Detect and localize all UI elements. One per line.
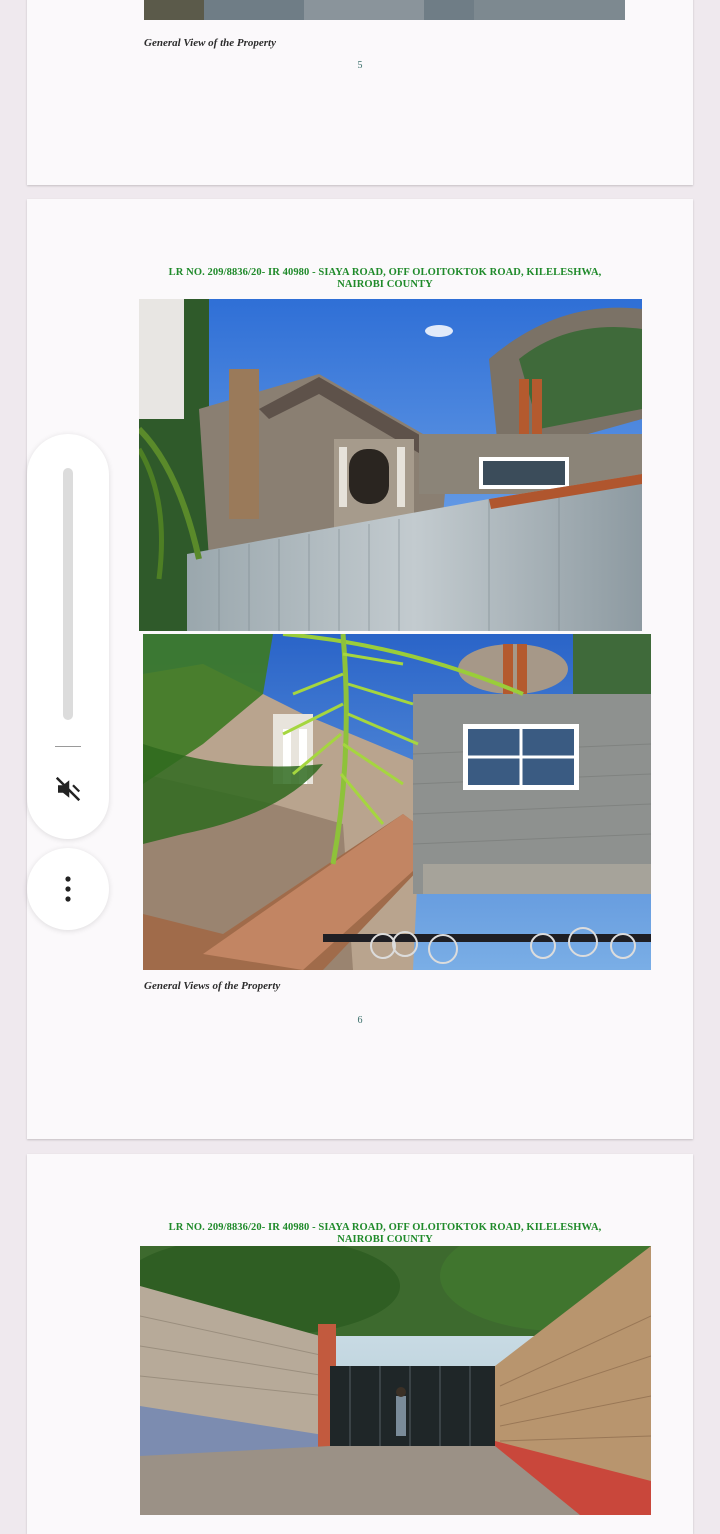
property-photo-side-elevation [143,634,651,970]
header-line-2: NAIROBI COUNTY [337,279,433,290]
page-header: LR NO. 209/8836/20- IR 40980 - SIAYA ROA… [145,1222,625,1246]
volume-panel[interactable] [27,434,109,839]
property-photo-front-elevation [139,299,642,631]
document-page-6: LR NO. 209/8836/20- IR 40980 - SIAYA ROA… [27,199,693,1139]
page-number: 5 [357,60,363,71]
volume-off-icon [55,776,81,802]
more-vert-icon [65,876,71,902]
page-number: 6 [357,1015,363,1026]
photo-caption: General Views of the Property [144,980,281,992]
mute-toggle-button[interactable] [49,770,87,808]
page-header: LR NO. 209/8836/20- IR 40980 - SIAYA ROA… [145,267,625,291]
volume-options-button[interactable] [27,848,109,930]
photo-caption: General View of the Property [144,37,276,49]
header-line-1: LR NO. 209/8836/20- IR 40980 - SIAYA ROA… [168,267,602,278]
property-photo-building [144,0,625,20]
header-line-1: LR NO. 209/8836/20- IR 40980 - SIAYA ROA… [168,1222,602,1233]
document-page-5: General View of the Property 5 [27,0,693,185]
volume-slider[interactable] [63,468,73,720]
property-photo-driveway-gate [140,1246,651,1515]
header-line-2: NAIROBI COUNTY [337,1234,433,1245]
volume-divider [55,746,81,747]
document-page-7: LR NO. 209/8836/20- IR 40980 - SIAYA ROA… [27,1154,693,1534]
